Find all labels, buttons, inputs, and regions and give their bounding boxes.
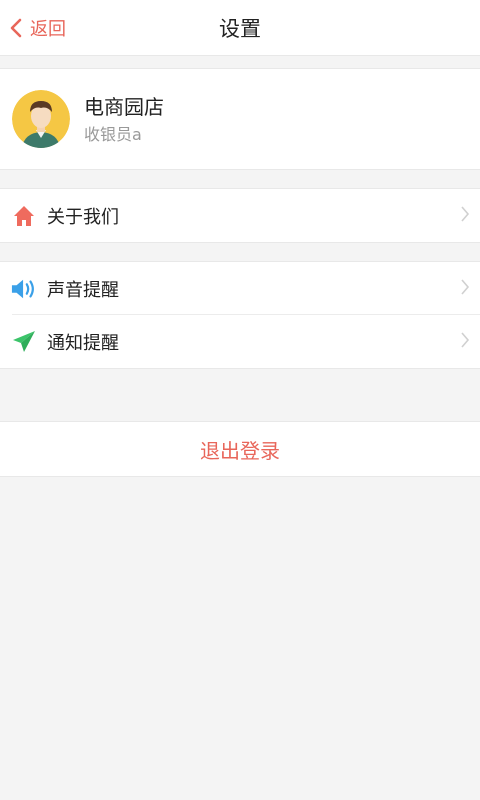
menu-group-about: 关于我们 [0,188,480,243]
menu-item-about[interactable]: 关于我们 [0,189,480,242]
avatar [12,90,70,148]
user-role: 收银员a [84,125,142,144]
menu-item-notify-label: 通知提醒 [47,332,119,354]
menu-item-notify[interactable]: 通知提醒 [0,314,480,368]
menu-item-sound[interactable]: 声音提醒 [0,262,480,315]
store-name: 电商园店 [84,95,164,119]
nav-bar: 返回 设置 [0,0,480,56]
menu-group-reminders: 声音提醒 通知提醒 [0,261,480,369]
paper-plane-icon [11,329,37,355]
menu-item-about-label: 关于我们 [47,206,119,228]
chevron-right-icon [460,331,470,353]
speaker-icon [11,276,37,302]
menu-item-sound-label: 声音提醒 [47,279,119,301]
chevron-right-icon [460,205,470,227]
logout-button[interactable]: 退出登录 [0,421,480,477]
page-title: 设置 [219,17,261,41]
home-icon [11,203,37,229]
chevron-right-icon [460,278,470,300]
profile-card: 电商园店 收银员a [0,68,480,170]
